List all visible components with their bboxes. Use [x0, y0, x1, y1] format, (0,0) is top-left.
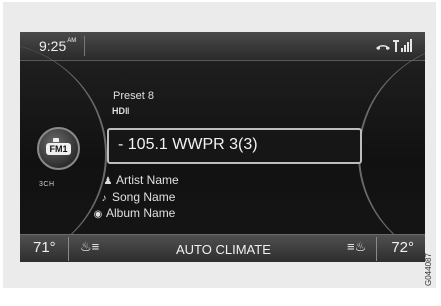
- figure-code: G044087: [424, 253, 433, 286]
- preset-label: Preset 8: [113, 90, 154, 102]
- right-temperature[interactable]: 72°: [391, 239, 414, 256]
- artist-name: Artist Name: [116, 173, 179, 187]
- band-label: FM1: [46, 143, 71, 155]
- artist-row: ♟ Artist Name: [102, 173, 179, 187]
- climate-bar: 71° ♨≡ AUTO CLIMATE ≡♨ 72°: [20, 234, 425, 262]
- channel-mode-label: 3CH: [39, 181, 55, 188]
- phone-icon: [376, 45, 390, 50]
- right-decorative-arc: [358, 42, 425, 262]
- radio-icon: [53, 138, 59, 142]
- figure-frame: 9:25AM FM1 3CH Preset 8 HD‖ - 105.1 WWPR…: [3, 2, 436, 288]
- infotainment-screen: 9:25AM FM1 3CH Preset 8 HD‖ - 105.1 WWPR…: [20, 32, 425, 262]
- left-temperature[interactable]: 71°: [33, 239, 56, 256]
- song-row: ♪ Song Name: [98, 190, 176, 204]
- song-name: Song Name: [112, 190, 176, 204]
- auto-climate-label[interactable]: AUTO CLIMATE: [176, 242, 271, 257]
- phone-signal-icons: [376, 39, 412, 52]
- station-display[interactable]: - 105.1 WWPR 3(3): [107, 128, 362, 164]
- album-row: ◉ Album Name: [92, 206, 176, 220]
- climate-divider: [376, 237, 377, 261]
- signal-strength-icon: [393, 39, 412, 52]
- music-note-icon: ♪: [101, 193, 107, 204]
- climate-divider: [68, 237, 69, 261]
- album-name: Album Name: [106, 206, 176, 220]
- status-divider: [84, 36, 85, 56]
- clock: 9:25AM: [39, 38, 77, 54]
- band-button[interactable]: FM1: [37, 127, 80, 170]
- hd-radio-icon: HD‖: [112, 106, 130, 116]
- station-frequency: - 105.1 WWPR 3(3): [118, 136, 258, 153]
- seat-heater-icon[interactable]: ≡♨: [347, 239, 366, 255]
- disc-icon: ◉: [93, 209, 103, 220]
- status-bar: 9:25AM: [20, 32, 425, 61]
- person-icon: ♟: [103, 176, 113, 187]
- seat-heater-icon[interactable]: ♨≡: [80, 239, 99, 255]
